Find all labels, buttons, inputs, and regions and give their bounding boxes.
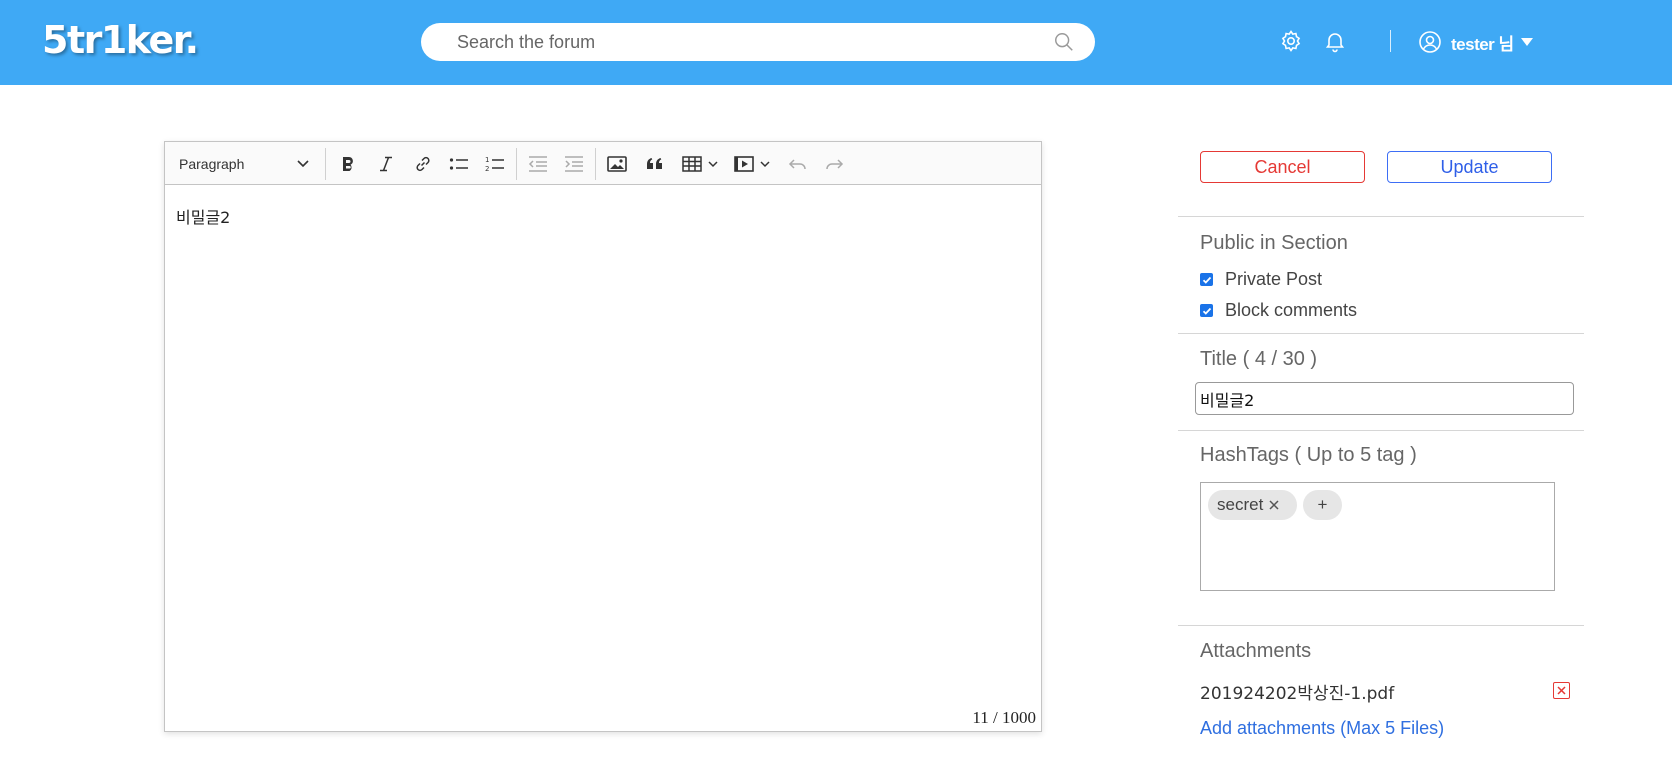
- add-attachments-link[interactable]: Add attachments (Max 5 Files): [1200, 718, 1444, 739]
- link-icon: [416, 156, 430, 172]
- image-icon: [607, 156, 627, 172]
- toolbar-separator: [325, 148, 326, 180]
- character-count: 11 / 1000: [972, 708, 1036, 727]
- media-icon: [734, 156, 754, 172]
- check-icon: [1202, 307, 1211, 315]
- redo-button[interactable]: [821, 152, 847, 176]
- section-divider: [1178, 216, 1584, 217]
- undo-icon: [788, 159, 806, 170]
- bulleted-list-button[interactable]: [446, 152, 472, 176]
- insert-image-button[interactable]: [604, 152, 630, 176]
- block-comments-checkbox[interactable]: [1200, 304, 1213, 317]
- indent-button[interactable]: [561, 152, 587, 176]
- bold-icon: [343, 157, 353, 171]
- svg-text:2: 2: [485, 165, 489, 173]
- cancel-button[interactable]: Cancel: [1200, 151, 1365, 183]
- update-button[interactable]: Update: [1387, 151, 1552, 183]
- user-circle-icon: [1419, 31, 1441, 53]
- block-comments-option: Block comments: [1200, 300, 1357, 321]
- search-icon[interactable]: [1053, 31, 1075, 53]
- insert-media-button[interactable]: [732, 152, 772, 176]
- title-input[interactable]: 비밀글2: [1195, 382, 1574, 415]
- heading-select-value: Paragraph: [179, 156, 245, 172]
- blockquote-icon: [647, 158, 662, 169]
- check-icon: [1202, 276, 1211, 284]
- private-post-checkbox[interactable]: [1200, 273, 1213, 286]
- outdent-button[interactable]: [525, 152, 551, 176]
- numbered-list-button[interactable]: 12: [482, 152, 508, 176]
- site-logo[interactable]: 5tr1ker.: [42, 18, 199, 62]
- hashtags-label: HashTags ( Up to 5 tag ): [1200, 444, 1417, 466]
- user-menu[interactable]: tester 님: [1418, 29, 1534, 55]
- hashtag-text: secret: [1217, 495, 1264, 514]
- editor-toolbar: Paragraph 12: [165, 142, 1041, 185]
- close-icon: [1557, 686, 1566, 695]
- header-divider: [1390, 30, 1391, 52]
- chevron-down-icon: [760, 161, 770, 168]
- top-header: 5tr1ker. tester 님: [0, 0, 1672, 85]
- italic-button[interactable]: [373, 152, 399, 176]
- section-divider: [1178, 625, 1584, 626]
- table-icon: [682, 156, 702, 172]
- hashtag-box[interactable]: secret +: [1200, 482, 1555, 591]
- chevron-down-icon: [297, 160, 309, 168]
- caret-down-icon: [1520, 38, 1533, 46]
- toolbar-separator: [516, 148, 517, 180]
- gear-icon[interactable]: [1279, 29, 1303, 53]
- numbered-list-icon: 12: [485, 156, 504, 173]
- bold-button[interactable]: [335, 152, 361, 176]
- remove-tag-icon[interactable]: [1268, 499, 1280, 511]
- title-section-label: Title ( 4 / 30 ): [1200, 348, 1318, 370]
- link-button[interactable]: [410, 152, 436, 176]
- hashtag-chip: secret: [1208, 490, 1297, 520]
- indent-icon: [565, 156, 583, 172]
- bulleted-list-icon: [449, 158, 468, 170]
- block-comments-label: Block comments: [1225, 300, 1358, 320]
- bell-icon[interactable]: [1323, 29, 1347, 53]
- private-post-label: Private Post: [1225, 269, 1323, 289]
- search-input[interactable]: [457, 23, 1037, 61]
- private-post-option: Private Post: [1200, 269, 1322, 290]
- user-name: tester 님: [1451, 34, 1514, 54]
- insert-table-button[interactable]: [680, 152, 720, 176]
- heading-select[interactable]: Paragraph: [179, 152, 309, 176]
- toolbar-separator: [595, 148, 596, 180]
- attachment-file-name: 201924202박상진-1.pdf: [1200, 684, 1395, 704]
- section-divider: [1178, 430, 1584, 431]
- italic-icon: [380, 156, 392, 172]
- attachments-label: Attachments: [1200, 640, 1312, 662]
- undo-button[interactable]: [785, 152, 811, 176]
- redo-icon: [826, 159, 844, 170]
- rich-text-editor: Paragraph 12 비밀글2 11 / 1000: [164, 141, 1042, 732]
- section-divider: [1178, 333, 1584, 334]
- search-bar: [421, 23, 1095, 61]
- editor-content[interactable]: 비밀글2: [176, 204, 230, 228]
- outdent-icon: [528, 156, 547, 172]
- chevron-down-icon: [708, 161, 718, 168]
- remove-attachment-button[interactable]: [1553, 682, 1570, 699]
- svg-text:1: 1: [485, 156, 489, 164]
- public-section-title: Public in Section: [1200, 232, 1348, 254]
- blockquote-button[interactable]: [642, 152, 668, 176]
- add-tag-button[interactable]: +: [1303, 490, 1342, 520]
